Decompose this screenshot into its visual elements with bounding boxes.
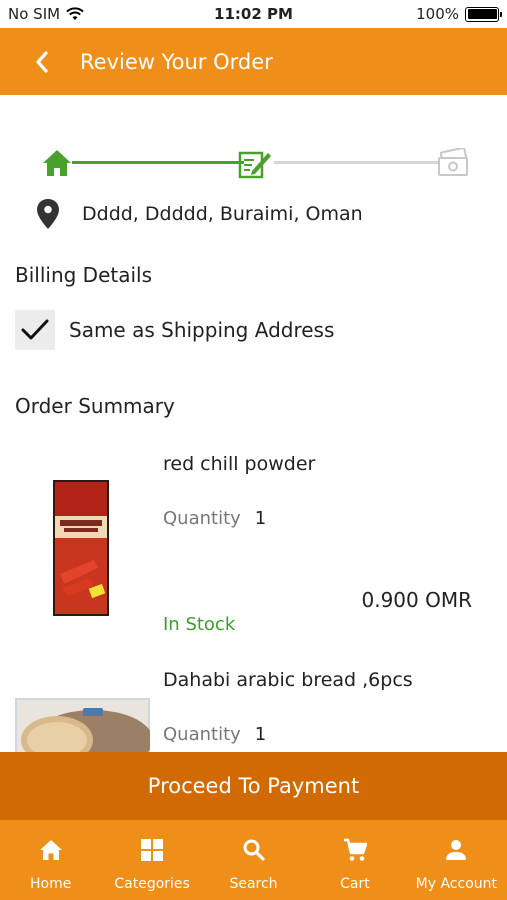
checkmark-icon (21, 319, 49, 340)
app-header: Review Your Order (0, 28, 507, 95)
status-left: No SIM (8, 5, 84, 23)
location-pin-icon (37, 199, 59, 229)
back-button[interactable] (12, 28, 72, 95)
order-item[interactable]: Dahabi arabic bread ,6pcs Quantity 1 (0, 660, 507, 752)
item-name: red chill powder (163, 453, 316, 475)
stock-status: In Stock (163, 614, 236, 635)
progress-line-pending (274, 161, 440, 164)
tab-my-account[interactable]: My Account (406, 820, 507, 900)
wifi-icon (66, 7, 84, 20)
item-name: Dahabi arabic bread ,6pcs (163, 669, 413, 691)
carrier-label: No SIM (8, 5, 61, 23)
tab-label: Search (229, 876, 278, 892)
battery-icon (465, 6, 502, 22)
order-summary-title: Order Summary (15, 394, 175, 418)
product-image-arabic-bread (15, 698, 153, 752)
product-image-red-chilli-powder (50, 480, 112, 616)
quantity-value: 1 (254, 508, 267, 529)
home-icon (39, 840, 62, 860)
status-right: 100% (416, 5, 502, 23)
tab-label: Home (30, 876, 72, 892)
progress-line-complete (72, 161, 244, 164)
bottom-tab-bar: Home Categories Search Cart My Account (0, 820, 507, 900)
tab-cart[interactable]: Cart (304, 820, 405, 900)
step-money-icon (436, 146, 470, 180)
grid-icon (141, 839, 164, 861)
item-quantity: Quantity 1 (163, 724, 266, 745)
tab-categories[interactable]: Categories (101, 820, 202, 900)
proceed-to-payment-button[interactable]: Proceed To Payment (0, 752, 507, 820)
same-as-shipping-checkbox[interactable] (15, 310, 55, 350)
quantity-label: Quantity (163, 508, 241, 529)
item-quantity: Quantity 1 (163, 508, 266, 529)
quantity-value: 1 (254, 724, 267, 745)
status-bar: No SIM 11:02 PM 100% (0, 0, 507, 28)
tab-label: Categories (114, 876, 190, 892)
checkout-progress (40, 146, 470, 180)
quantity-label: Quantity (163, 724, 241, 745)
address-text: Dddd, Ddddd, Buraimi, Oman (82, 203, 363, 225)
cart-icon (343, 838, 367, 861)
battery-percent: 100% (416, 5, 459, 23)
same-as-shipping-label: Same as Shipping Address (69, 318, 335, 342)
step-home-icon (40, 146, 74, 180)
tab-label: Cart (340, 876, 370, 892)
tab-label: My Account (415, 876, 497, 892)
item-price: 0.900 OMR (361, 588, 472, 612)
same-as-shipping-row[interactable]: Same as Shipping Address (15, 310, 334, 350)
billing-details-title: Billing Details (15, 263, 153, 287)
shipping-address: Dddd, Ddddd, Buraimi, Oman (36, 198, 363, 230)
step-edit-order-icon (238, 146, 272, 180)
tab-search[interactable]: Search (203, 820, 304, 900)
chevron-left-icon (36, 50, 48, 73)
page-title: Review Your Order (80, 49, 273, 74)
search-icon (243, 839, 265, 861)
person-icon (446, 840, 467, 860)
order-item[interactable]: red chill powder Quantity 1 0.900 OMR In … (0, 440, 507, 650)
tab-home[interactable]: Home (0, 820, 101, 900)
